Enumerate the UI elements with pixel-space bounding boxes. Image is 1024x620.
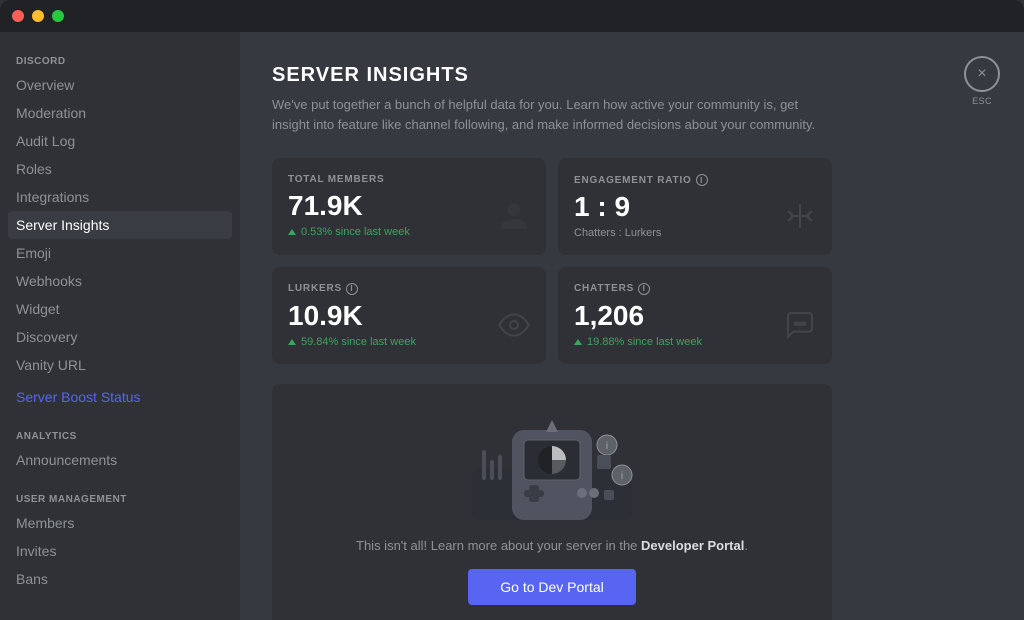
page-title: SERVER INSIGHTS [272, 64, 992, 87]
dev-portal-section: i i This isn't all! Learn more about you… [272, 384, 832, 620]
svg-text:i: i [621, 471, 623, 482]
sidebar-item-audit-log[interactable]: Audit Log [8, 127, 232, 155]
dev-portal-button[interactable]: Go to Dev Portal [468, 569, 636, 605]
scale-icon [784, 200, 816, 239]
minimize-dot[interactable] [32, 10, 44, 22]
sidebar-item-roles[interactable]: Roles [8, 155, 232, 183]
stat-card-lurkers: LURKERS i 10.9K 59.84% since last week [272, 267, 546, 364]
stat-card-total-members: TOTAL MEMBERS 71.9K 0.53% since last wee… [272, 158, 546, 255]
user-management-section-label: USER MANAGEMENT [8, 486, 232, 509]
chat-icon [784, 309, 816, 348]
sidebar-item-server-insights[interactable]: Server Insights [8, 211, 232, 239]
stat-change-chatters: 19.88% since last week [574, 336, 816, 348]
close-icon: × [977, 65, 986, 83]
arrow-up-icon-chatters [574, 339, 582, 345]
stat-value-chatters: 1,206 [574, 301, 816, 332]
stat-card-chatters: CHATTERS i 1,206 19.88% since last week [558, 267, 832, 364]
stat-label-engagement-ratio: ENGAGEMENT RATIO i [574, 174, 816, 186]
sidebar-item-members[interactable]: Members [8, 509, 232, 537]
sidebar-item-widget[interactable]: Widget [8, 295, 232, 323]
stat-label-chatters: CHATTERS i [574, 283, 816, 295]
sidebar-item-server-boost-status[interactable]: Server Boost Status [8, 383, 232, 411]
eye-icon [498, 309, 530, 348]
discord-section-label: DISCORD [8, 48, 232, 71]
stat-label-total-members: TOTAL MEMBERS [288, 174, 530, 185]
sidebar-item-webhooks[interactable]: Webhooks [8, 267, 232, 295]
close-button-area[interactable]: × ESC [964, 56, 1000, 106]
analytics-section-label: ANALYTICS [8, 423, 232, 446]
info-icon-lurkers: i [346, 283, 358, 295]
info-icon-engagement: i [696, 174, 708, 186]
page-description: We've put together a bunch of helpful da… [272, 95, 832, 134]
dev-illustration: i i [442, 400, 662, 530]
sidebar-item-vanity-url[interactable]: Vanity URL [8, 351, 232, 379]
stat-value-engagement-ratio: 1 : 9 [574, 192, 816, 223]
stat-label-lurkers: LURKERS i [288, 283, 530, 295]
members-icon [498, 200, 530, 239]
sidebar-item-invites[interactable]: Invites [8, 537, 232, 565]
sidebar-item-announcements[interactable]: Announcements [8, 446, 232, 474]
stat-change-lurkers: 59.84% since last week [288, 336, 530, 348]
maximize-dot[interactable] [52, 10, 64, 22]
titlebar [0, 0, 1024, 32]
main-content: × ESC SERVER INSIGHTS We've put together… [240, 32, 1024, 620]
stat-change-total-members: 0.53% since last week [288, 226, 530, 238]
stat-subtitle-engagement: Chatters : Lurkers [574, 227, 816, 239]
info-icon-chatters: i [638, 283, 650, 295]
sidebar-item-bans[interactable]: Bans [8, 565, 232, 593]
arrow-up-icon [288, 229, 296, 235]
stat-value-lurkers: 10.9K [288, 301, 530, 332]
sidebar-item-overview[interactable]: Overview [8, 71, 232, 99]
stat-card-engagement-ratio: ENGAGEMENT RATIO i 1 : 9 Chatters : Lurk… [558, 158, 832, 255]
close-dot[interactable] [12, 10, 24, 22]
sidebar-item-moderation[interactable]: Moderation [8, 99, 232, 127]
svg-text:i: i [606, 441, 608, 452]
sidebar-item-emoji[interactable]: Emoji [8, 239, 232, 267]
arrow-up-icon-lurkers [288, 339, 296, 345]
esc-label: ESC [972, 96, 992, 106]
app-body: DISCORD Overview Moderation Audit Log Ro… [0, 32, 1024, 620]
stats-grid: TOTAL MEMBERS 71.9K 0.53% since last wee… [272, 158, 832, 364]
stat-value-total-members: 71.9K [288, 191, 530, 222]
dev-portal-description: This isn't all! Learn more about your se… [356, 538, 748, 553]
sidebar-item-integrations[interactable]: Integrations [8, 183, 232, 211]
sidebar-item-discovery[interactable]: Discovery [8, 323, 232, 351]
sidebar: DISCORD Overview Moderation Audit Log Ro… [0, 32, 240, 620]
